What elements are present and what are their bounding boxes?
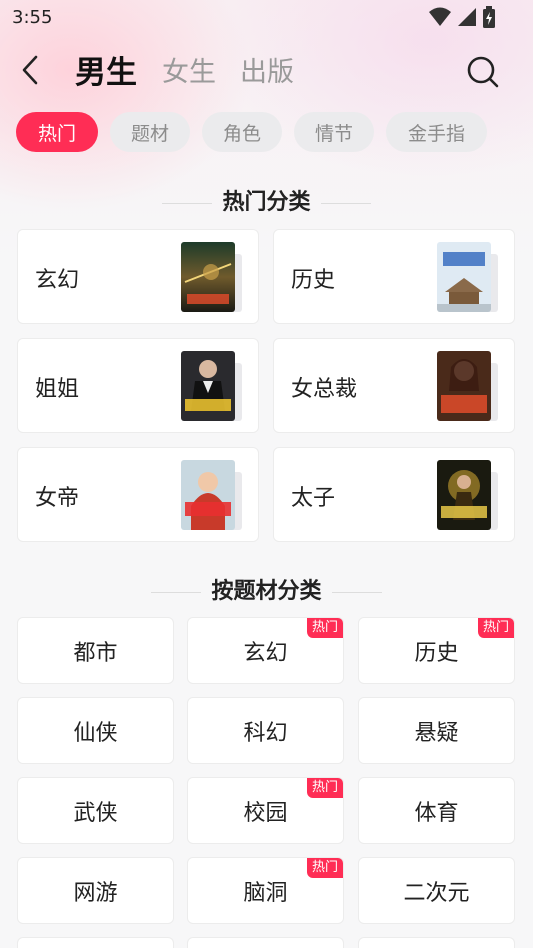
tab-female[interactable]: 女生 xyxy=(162,50,216,89)
topic-label: 武侠 xyxy=(73,800,118,826)
category-card-empress[interactable]: 女帝 xyxy=(17,447,259,542)
category-label: 女总裁 xyxy=(291,377,358,402)
topic-xianxia[interactable]: 仙侠 xyxy=(17,697,174,764)
hot-badge: 热门 xyxy=(477,618,514,638)
topic-wuxia[interactable]: 武侠 xyxy=(17,777,174,844)
category-label: 姐姐 xyxy=(35,377,80,402)
hot-badge: 热门 xyxy=(306,858,343,878)
category-card-history[interactable]: 历史 xyxy=(273,229,515,324)
book-cover-image xyxy=(437,351,491,421)
topic-label: 网游 xyxy=(73,880,118,906)
status-time: 3:55 xyxy=(12,7,53,28)
topic-partial[interactable] xyxy=(358,937,515,948)
category-label: 历史 xyxy=(291,268,336,293)
status-icons xyxy=(429,6,495,28)
battery-icon xyxy=(483,6,495,28)
category-card-female-ceo[interactable]: 女总裁 xyxy=(273,338,515,433)
category-label: 太子 xyxy=(291,486,336,511)
search-icon xyxy=(467,56,499,88)
hot-badge: 热门 xyxy=(306,618,343,638)
top-nav: 男生 女生 出版 xyxy=(0,40,533,100)
category-card-xuanhuan[interactable]: 玄幻 xyxy=(17,229,259,324)
divider xyxy=(331,591,382,593)
topic-partial[interactable] xyxy=(187,937,344,948)
topic-history[interactable]: 历史 热门 xyxy=(358,617,515,684)
topic-sports[interactable]: 体育 xyxy=(358,777,515,844)
section-title-text: 按题材分类 xyxy=(211,579,322,604)
topic-label: 体育 xyxy=(414,800,459,826)
signal-icon xyxy=(458,8,476,26)
category-label: 女帝 xyxy=(35,486,80,511)
category-card-sister[interactable]: 姐姐 xyxy=(17,338,259,433)
filter-chips: 热门 题材 角色 情节 金手指 xyxy=(16,112,487,152)
topic-urban[interactable]: 都市 xyxy=(17,617,174,684)
book-cover-image xyxy=(181,460,235,530)
topic-acg[interactable]: 二次元 xyxy=(358,857,515,924)
topic-partial[interactable] xyxy=(17,937,174,948)
search-button[interactable] xyxy=(463,52,503,92)
topic-label: 悬疑 xyxy=(414,720,459,746)
topic-label: 都市 xyxy=(73,640,118,666)
tab-publishing[interactable]: 出版 xyxy=(240,50,294,89)
topic-xuanhuan[interactable]: 玄幻 热门 xyxy=(187,617,344,684)
tab-male[interactable]: 男生 xyxy=(75,47,137,92)
topic-online-game[interactable]: 网游 xyxy=(17,857,174,924)
hot-badge: 热门 xyxy=(306,778,343,798)
topic-campus[interactable]: 校园 热门 xyxy=(187,777,344,844)
topic-scifi[interactable]: 科幻 xyxy=(187,697,344,764)
chip-role[interactable]: 角色 xyxy=(202,112,282,152)
divider xyxy=(162,202,213,204)
book-cover-image xyxy=(437,242,491,312)
topic-section-title: 按题材分类 xyxy=(0,573,533,605)
topic-brain-hole[interactable]: 脑洞 热门 xyxy=(187,857,344,924)
section-title-text: 热门分类 xyxy=(222,190,311,215)
topic-label: 玄幻 xyxy=(243,640,288,666)
wifi-icon xyxy=(429,7,451,26)
back-button[interactable] xyxy=(14,52,48,88)
topic-mystery[interactable]: 悬疑 xyxy=(358,697,515,764)
category-card-prince[interactable]: 太子 xyxy=(273,447,515,542)
divider xyxy=(151,591,202,593)
category-label: 玄幻 xyxy=(35,268,80,293)
chip-hot[interactable]: 热门 xyxy=(16,112,98,152)
chip-theme[interactable]: 题材 xyxy=(110,112,190,152)
topic-label: 历史 xyxy=(414,640,459,666)
hot-section-title: 热门分类 xyxy=(0,184,533,216)
book-cover-image xyxy=(437,460,491,530)
chip-plot[interactable]: 情节 xyxy=(294,112,374,152)
chip-golden-finger[interactable]: 金手指 xyxy=(386,112,487,152)
divider xyxy=(320,202,371,204)
topic-label: 科幻 xyxy=(243,720,288,746)
topic-label: 校园 xyxy=(243,800,288,826)
topic-label: 仙侠 xyxy=(73,720,118,746)
chevron-left-icon xyxy=(22,55,38,85)
topic-label: 脑洞 xyxy=(243,880,288,906)
book-cover-image xyxy=(181,242,235,312)
book-cover-image xyxy=(181,351,235,421)
topic-label: 二次元 xyxy=(403,880,470,906)
status-bar: 3:55 xyxy=(0,0,533,36)
